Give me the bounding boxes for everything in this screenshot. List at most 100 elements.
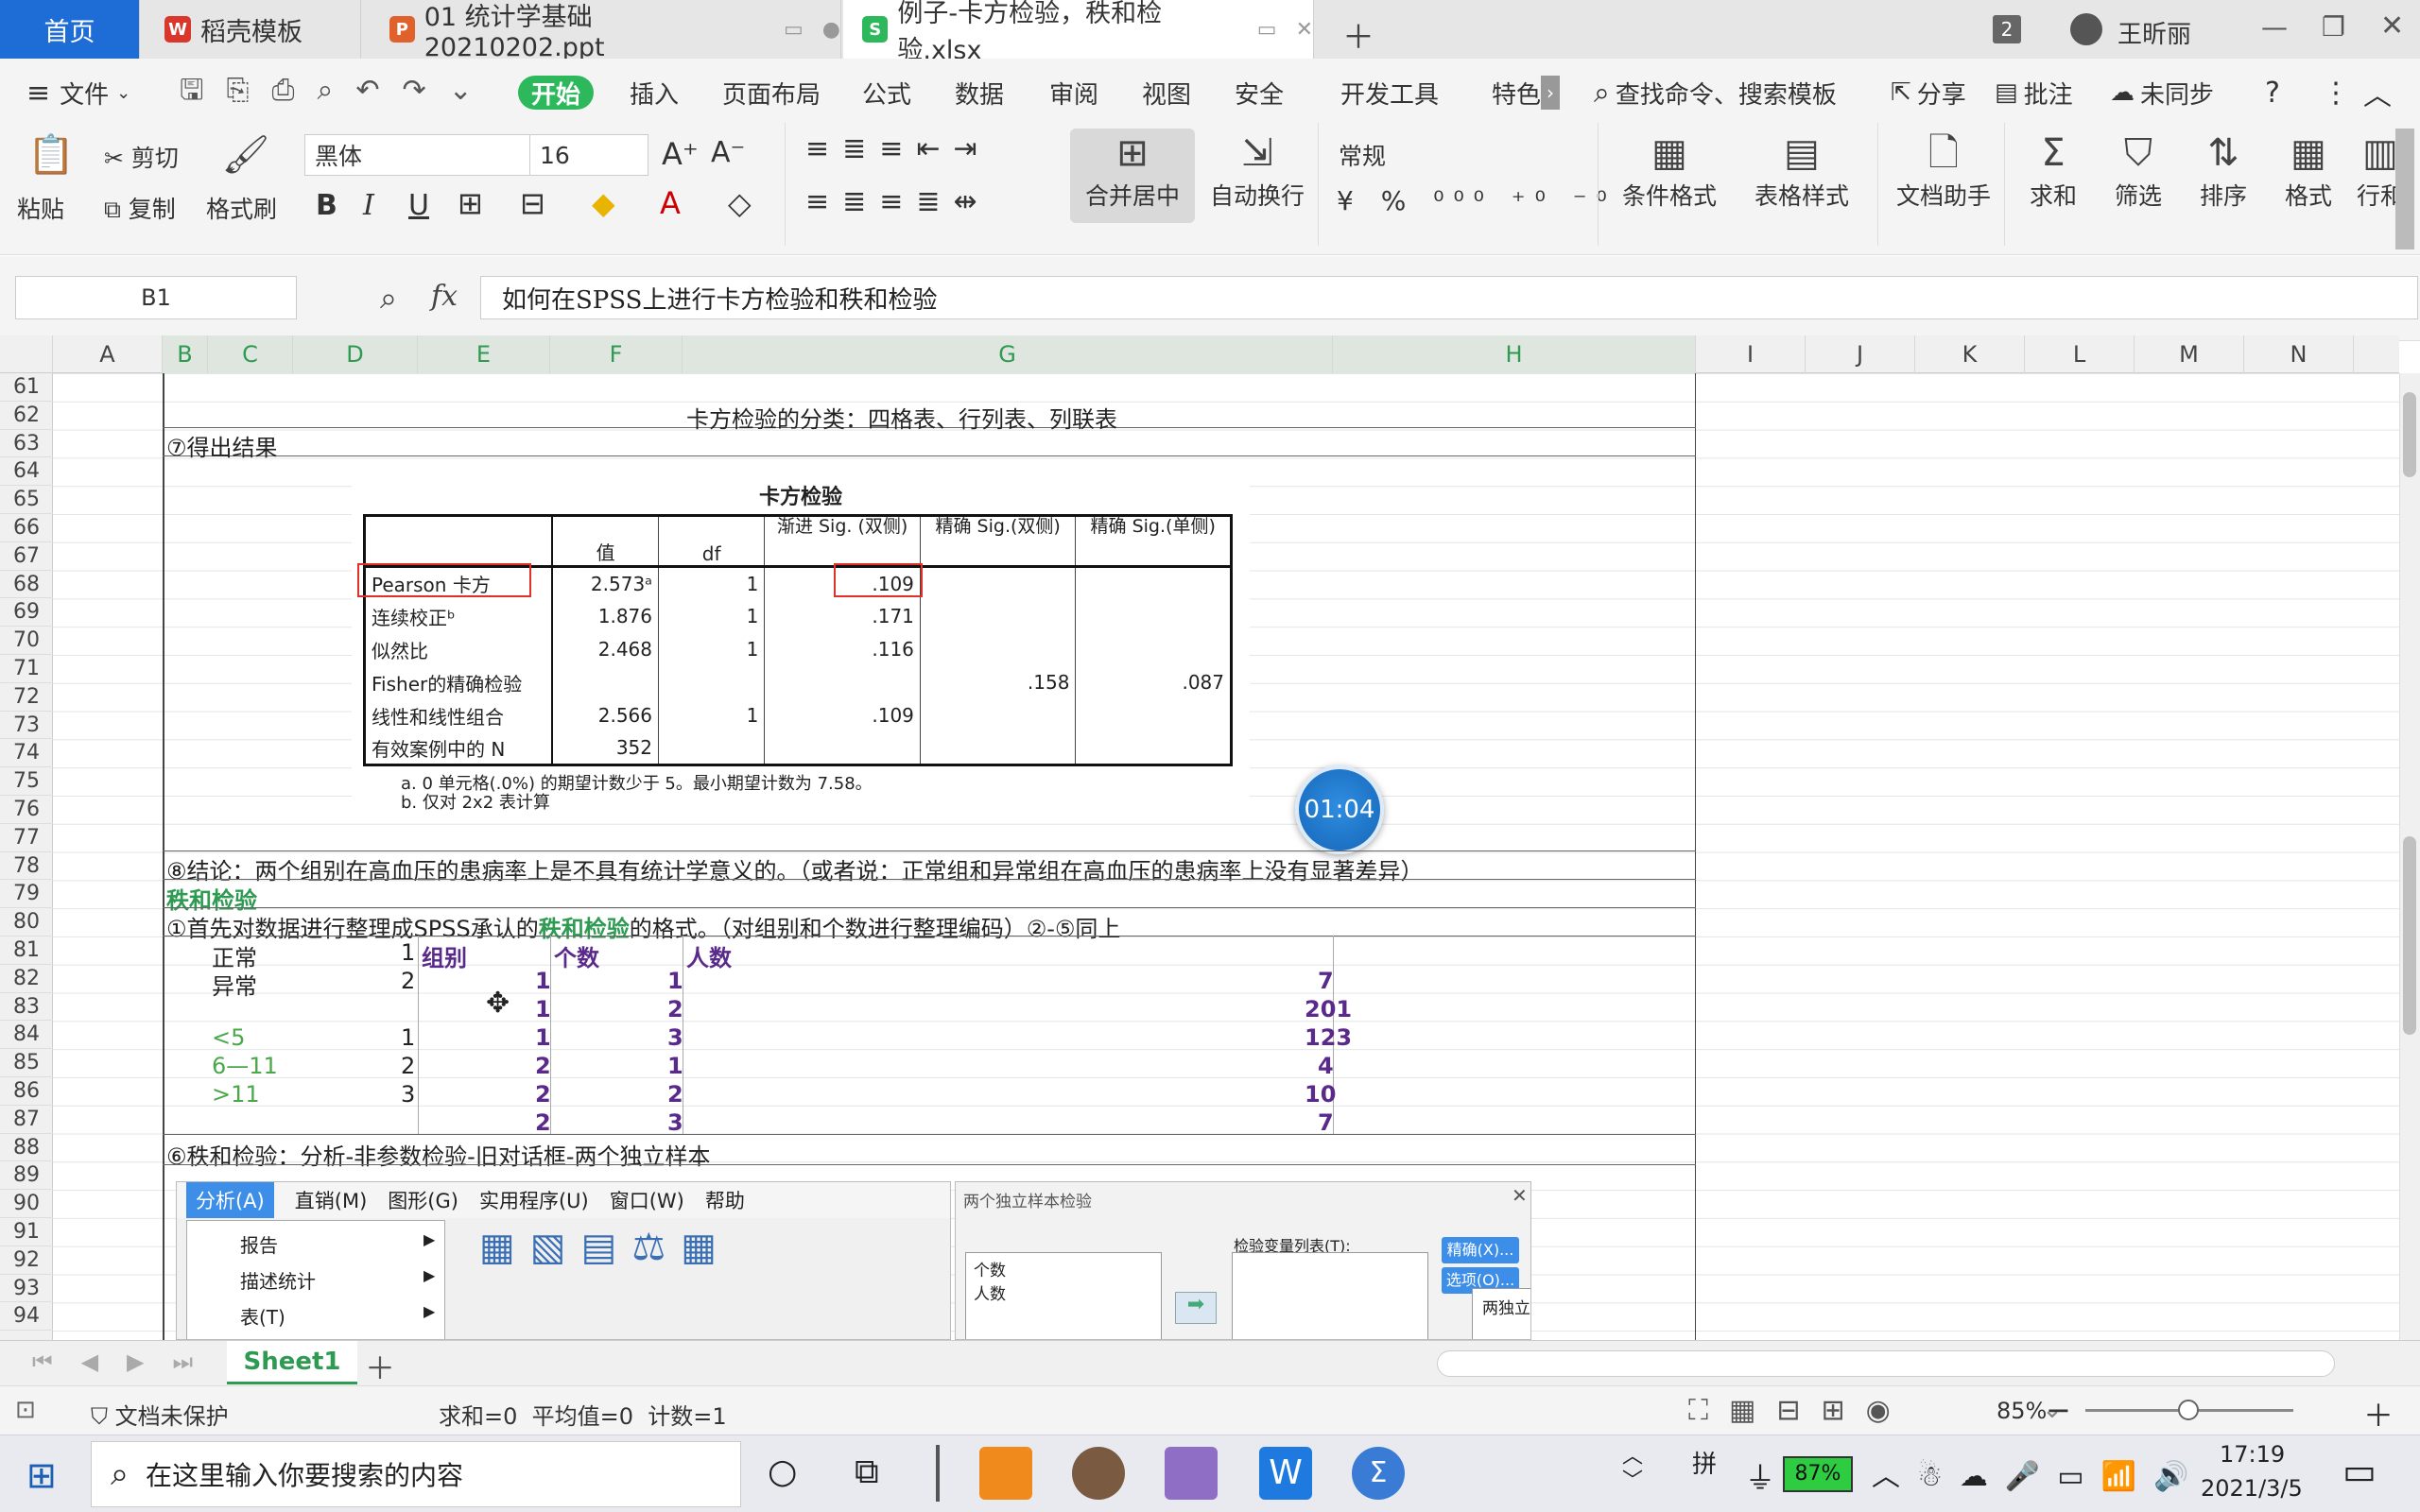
scroll-thumb-top[interactable] (2403, 392, 2416, 477)
grow-font-icon[interactable]: A⁺ (662, 136, 699, 172)
winrar-app-icon[interactable] (1165, 1447, 1218, 1500)
cell-conclusion[interactable]: ⑧结论：两个组别在高血压的患病率上是不具有统计学意义的。（或者说：正常组和异常组… (166, 852, 1424, 885)
collapse-ribbon-icon[interactable]: ︿ (2363, 76, 2392, 112)
underline-icon[interactable]: U (408, 189, 429, 222)
data-people[interactable]: 4 (1318, 1053, 1334, 1079)
sync-button[interactable]: ☁ 未同步 (2110, 76, 2214, 110)
data-count[interactable]: 1 (667, 968, 683, 994)
col-header-I[interactable]: I (1696, 335, 1806, 373)
data-group[interactable]: 2 (535, 1109, 551, 1136)
data-group[interactable]: 1 (535, 1024, 551, 1051)
label-gt11[interactable]: >11 (212, 1081, 260, 1108)
sort-button[interactable]: ⇅ 排序 (2186, 129, 2261, 212)
tab-dot-icon[interactable]: ● (822, 18, 840, 42)
cortana-icon[interactable]: ○ (768, 1452, 797, 1491)
zoom-level[interactable]: 85% (1996, 1398, 2047, 1424)
label-gt11-code[interactable]: 3 (401, 1081, 415, 1108)
data-count[interactable]: 2 (667, 1081, 683, 1108)
cell-step6[interactable]: ⑥秩和检验：分析-非参数检验-旧对话框-两个独立样本 (166, 1138, 711, 1171)
paste-icon[interactable]: 📋 (25, 130, 78, 180)
col-header-B[interactable]: B (163, 335, 208, 373)
taskbar-search[interactable]: ⌕ 在这里输入你要搜索的内容 (91, 1441, 741, 1507)
sheet-tab-sheet1[interactable]: Sheet1 (227, 1341, 357, 1384)
data-group[interactable]: 2 (535, 1081, 551, 1108)
menu-start[interactable]: 开始 (518, 76, 595, 110)
col-header-M[interactable]: M (2135, 335, 2244, 373)
zoom-decrease-icon[interactable]: − (2046, 1392, 2071, 1428)
clock-date[interactable]: 2021/3/5 (2201, 1475, 2303, 1502)
row-header[interactable]: 71 (0, 655, 53, 683)
more-icon[interactable]: ⋮ (2322, 76, 2350, 110)
protect-status[interactable]: ⛉ 文档未保护 (91, 1398, 229, 1431)
ime-indicator[interactable]: 拼 (1692, 1445, 1717, 1480)
cell-step7-title[interactable]: ⑦得出结果 (166, 429, 278, 462)
pdf-app-icon[interactable] (979, 1447, 1032, 1500)
row-header[interactable]: 77 (0, 824, 53, 852)
col-header-A[interactable]: A (53, 335, 163, 373)
copy-button[interactable]: ⧉ 复制 (104, 191, 176, 225)
font-color-icon[interactable]: A (660, 185, 681, 221)
battery-indicator[interactable]: 87% (1783, 1456, 1853, 1492)
sheet-icon[interactable]: ⊡ (15, 1396, 36, 1424)
row-header[interactable]: 83 (0, 993, 53, 1022)
row-header[interactable]: 76 (0, 796, 53, 824)
row-header[interactable]: 74 (0, 739, 53, 768)
clock-time[interactable]: 17:19 (2220, 1441, 2285, 1468)
label-abnormal[interactable]: 异常 (212, 968, 257, 1001)
new-tab-icon[interactable]: ＋ (1342, 11, 1374, 58)
shrink-font-icon[interactable]: A⁻ (711, 136, 745, 169)
tab-home[interactable]: 首页 (0, 0, 140, 59)
label-6-11[interactable]: 6—11 (212, 1053, 278, 1079)
sum-button[interactable]: Σ 求和 (2015, 129, 2091, 212)
row-header[interactable]: 81 (0, 936, 53, 965)
row-header[interactable]: 62 (0, 402, 53, 430)
col-header-K[interactable]: K (1915, 335, 2025, 373)
label-normal-code[interactable]: 1 (401, 939, 415, 966)
fx-icon[interactable]: fx (431, 280, 458, 313)
data-people[interactable]: 10 (1305, 1081, 1336, 1108)
row-header[interactable]: 64 (0, 457, 53, 487)
name-box[interactable]: B1 (15, 276, 297, 319)
file-menu[interactable]: ≡ 文件 ⌄ (26, 76, 130, 110)
tab-float-icon[interactable]: ▭ (784, 18, 804, 42)
zoom-search-icon[interactable]: ⌕ (380, 280, 397, 317)
col-header-C[interactable]: C (208, 335, 293, 373)
paste-button[interactable]: 粘贴 (17, 191, 64, 225)
row-header[interactable]: 89 (0, 1161, 53, 1191)
label-lt5-code[interactable]: 1 (401, 1024, 415, 1051)
data-people[interactable]: 201 (1305, 996, 1352, 1022)
task-view-icon[interactable]: ⧉ (855, 1452, 879, 1492)
row-header[interactable]: 92 (0, 1246, 53, 1275)
data-count[interactable]: 3 (667, 1024, 683, 1051)
windows-start-icon[interactable]: ⊞ (26, 1454, 57, 1496)
italic-icon[interactable]: I (363, 189, 374, 222)
tray-icons[interactable]: ︿☃☁🎤▭📶🔊 (1872, 1452, 2205, 1494)
header-people[interactable]: 人数 (686, 939, 732, 972)
header-group[interactable]: 组别 (422, 939, 467, 972)
number-format-icons[interactable]: ¥ % ⁰⁰⁰ ⁺⁰ ⁻⁰ (1337, 185, 1616, 216)
col-header-G[interactable]: G (683, 335, 1333, 373)
filter-button[interactable]: ⛉ 筛选 (2100, 129, 2176, 212)
format-painter-icon[interactable]: 🖌 (219, 130, 272, 180)
embedded-spss-dialog-image[interactable]: 两个独立样本检验 ✕ 个数 人数 ➡ 检验变量列表(T): 精确(X)... 选… (955, 1181, 1531, 1340)
row-header[interactable]: 63 (0, 430, 53, 458)
data-people[interactable]: 7 (1318, 1109, 1334, 1136)
col-header-N[interactable]: N (2244, 335, 2354, 373)
close-window-icon[interactable]: ✕ (2380, 9, 2404, 43)
row-header[interactable]: 69 (0, 598, 53, 627)
font-family-select[interactable]: 黑体 (304, 134, 531, 176)
menu-review[interactable]: 审阅 (1049, 76, 1098, 110)
tab-float-icon[interactable]: ▭ (1257, 18, 1277, 42)
command-search[interactable]: ⌕ 查找命令、搜索模板 (1594, 76, 1837, 110)
avatar[interactable] (2070, 13, 2102, 45)
restore-icon[interactable]: ❐ (2322, 11, 2345, 43)
row-header[interactable]: 67 (0, 542, 53, 571)
tab-xlsx[interactable]: S 例子-卡方检验，秩和检验.xlsx ▭ ✕ (843, 0, 1314, 65)
col-header-L[interactable]: L (2025, 335, 2135, 373)
comment-button[interactable]: ▤ 批注 (1995, 76, 2073, 110)
merge-center-button[interactable]: ⊞ 合并居中 (1070, 129, 1195, 223)
vertical-scrollbar[interactable] (2399, 373, 2420, 1340)
view-mode-icons[interactable]: ⛶▦⊟⊞◉ (1688, 1394, 1911, 1427)
fill-style-icon[interactable]: ⊟ (520, 185, 545, 221)
zoom-increase-icon[interactable]: ＋ (2363, 1392, 2394, 1435)
